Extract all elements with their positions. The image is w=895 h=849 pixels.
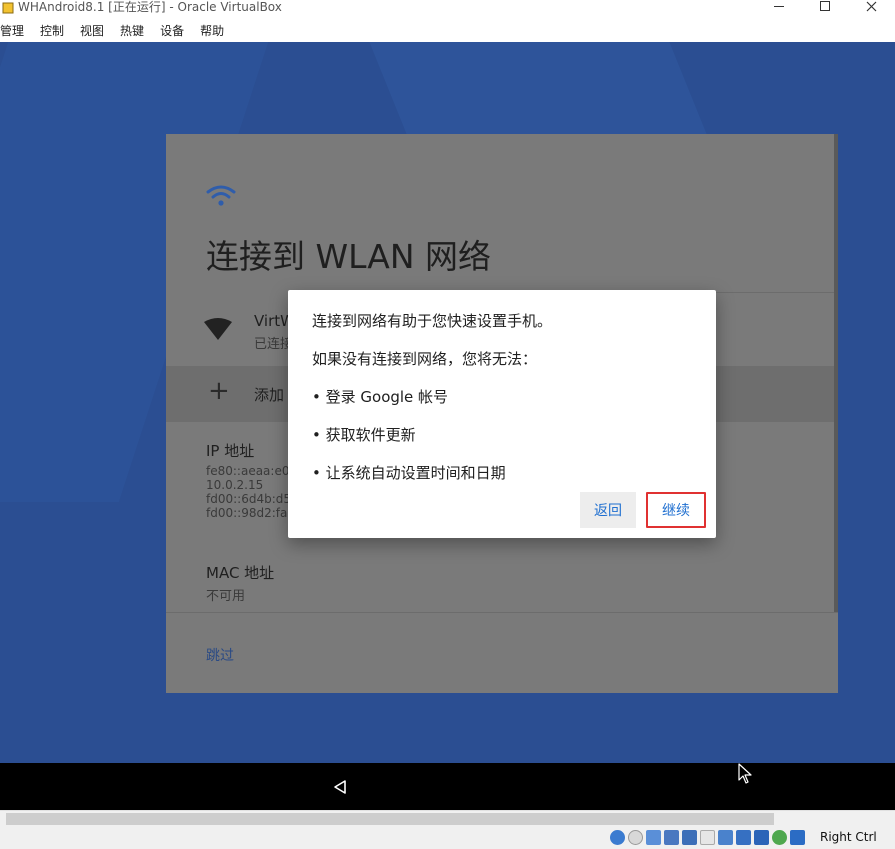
close-icon bbox=[866, 1, 876, 11]
android-navigation-bar bbox=[0, 763, 895, 810]
menu-item-view[interactable]: 视图 bbox=[72, 20, 112, 42]
dialog-bullet-text: 让系统自动设置时间和日期 bbox=[325, 464, 506, 482]
ip-address-value: fd00::6d4b:d5 bbox=[206, 492, 291, 506]
guest-display[interactable]: 连接到 WLAN 网络 VirtW 已连接 + 添加 IP 地址 fe80::a… bbox=[0, 42, 895, 763]
mouse-integration-icon[interactable] bbox=[790, 830, 805, 845]
minimize-icon bbox=[774, 5, 784, 7]
dialog-message: 如果没有连接到网络，您将无法： bbox=[312, 350, 538, 368]
continue-button[interactable]: 继续 bbox=[646, 492, 706, 528]
wifi-signal-icon bbox=[204, 318, 232, 340]
audio-icon[interactable] bbox=[646, 830, 661, 845]
horizontal-scrollbar[interactable] bbox=[0, 810, 895, 827]
usb-icon[interactable] bbox=[682, 830, 697, 845]
shared-folder-icon[interactable] bbox=[700, 830, 715, 845]
window-title: WHAndroid8.1 [正在运行] - Oracle VirtualBox bbox=[18, 0, 282, 14]
maximize-button[interactable] bbox=[802, 0, 848, 12]
virtualization-icon[interactable] bbox=[754, 830, 769, 845]
menu-item-help[interactable]: 帮助 bbox=[192, 20, 232, 42]
ip-address-value: fd00::98d2:fa bbox=[206, 506, 288, 520]
optical-drive-icon[interactable] bbox=[628, 830, 643, 845]
dialog-bullet-item: • 获取软件更新 bbox=[312, 426, 416, 444]
device-status-icons bbox=[610, 830, 805, 845]
plus-icon: + bbox=[208, 376, 230, 406]
nav-back-icon[interactable] bbox=[333, 779, 347, 795]
page-title: 连接到 WLAN 网络 bbox=[206, 237, 492, 276]
dialog-bullet-text: 获取软件更新 bbox=[325, 426, 416, 444]
dialog-bullet-item: • 登录 Google 帐号 bbox=[312, 388, 449, 406]
menu-item-control[interactable]: 控制 bbox=[32, 20, 72, 42]
ip-address-list: fe80::aeaa:e0 10.0.2.15 fd00::6d4b:d5 fd… bbox=[206, 464, 296, 520]
ip-address-value: fe80::aeaa:e0 bbox=[206, 464, 290, 478]
menu-item-manage[interactable]: 管理 bbox=[0, 20, 32, 42]
dialog-bullet-item: • 让系统自动设置时间和日期 bbox=[312, 464, 506, 482]
ip-address-value: 10.0.2.15 bbox=[206, 478, 264, 492]
add-network-label: 添加 bbox=[254, 386, 285, 404]
scrollbar-thumb[interactable] bbox=[6, 813, 774, 825]
cpu-icon[interactable] bbox=[772, 830, 787, 845]
virtualbox-app-icon bbox=[2, 2, 14, 14]
dialog-bullet-text: 登录 Google 帐号 bbox=[325, 388, 449, 406]
skip-button[interactable]: 跳过 bbox=[206, 645, 234, 665]
ip-address-heading: IP 地址 bbox=[206, 442, 255, 460]
maximize-icon bbox=[820, 1, 830, 11]
mac-address-heading: MAC 地址 bbox=[206, 564, 275, 582]
mac-address-value: 不可用 bbox=[206, 589, 246, 604]
network-icon[interactable] bbox=[664, 830, 679, 845]
card-scrollbar[interactable] bbox=[834, 134, 838, 612]
close-button[interactable] bbox=[848, 0, 894, 12]
video-capture-icon[interactable] bbox=[736, 830, 751, 845]
host-key-label: Right Ctrl bbox=[820, 830, 877, 844]
window-titlebar: WHAndroid8.1 [正在运行] - Oracle VirtualBox bbox=[0, 0, 895, 20]
back-button[interactable]: 返回 bbox=[580, 492, 636, 528]
divider bbox=[166, 612, 838, 613]
menu-item-devices[interactable]: 设备 bbox=[152, 20, 192, 42]
dialog-message: 连接到网络有助于您快速设置手机。 bbox=[312, 312, 553, 330]
menu-bar: 管理 控制 视图 热键 设备 帮助 bbox=[0, 20, 895, 42]
minimize-button[interactable] bbox=[756, 0, 802, 12]
mouse-cursor-icon bbox=[738, 763, 752, 784]
no-network-warning-dialog: 连接到网络有助于您快速设置手机。 如果没有连接到网络，您将无法： • 登录 Go… bbox=[288, 290, 716, 538]
hard-disk-icon[interactable] bbox=[610, 830, 625, 845]
virtualbox-status-bar: Right Ctrl bbox=[0, 827, 895, 849]
menu-item-hotkey[interactable]: 热键 bbox=[112, 20, 152, 42]
wifi-header-icon bbox=[206, 185, 236, 206]
display-icon[interactable] bbox=[718, 830, 733, 845]
